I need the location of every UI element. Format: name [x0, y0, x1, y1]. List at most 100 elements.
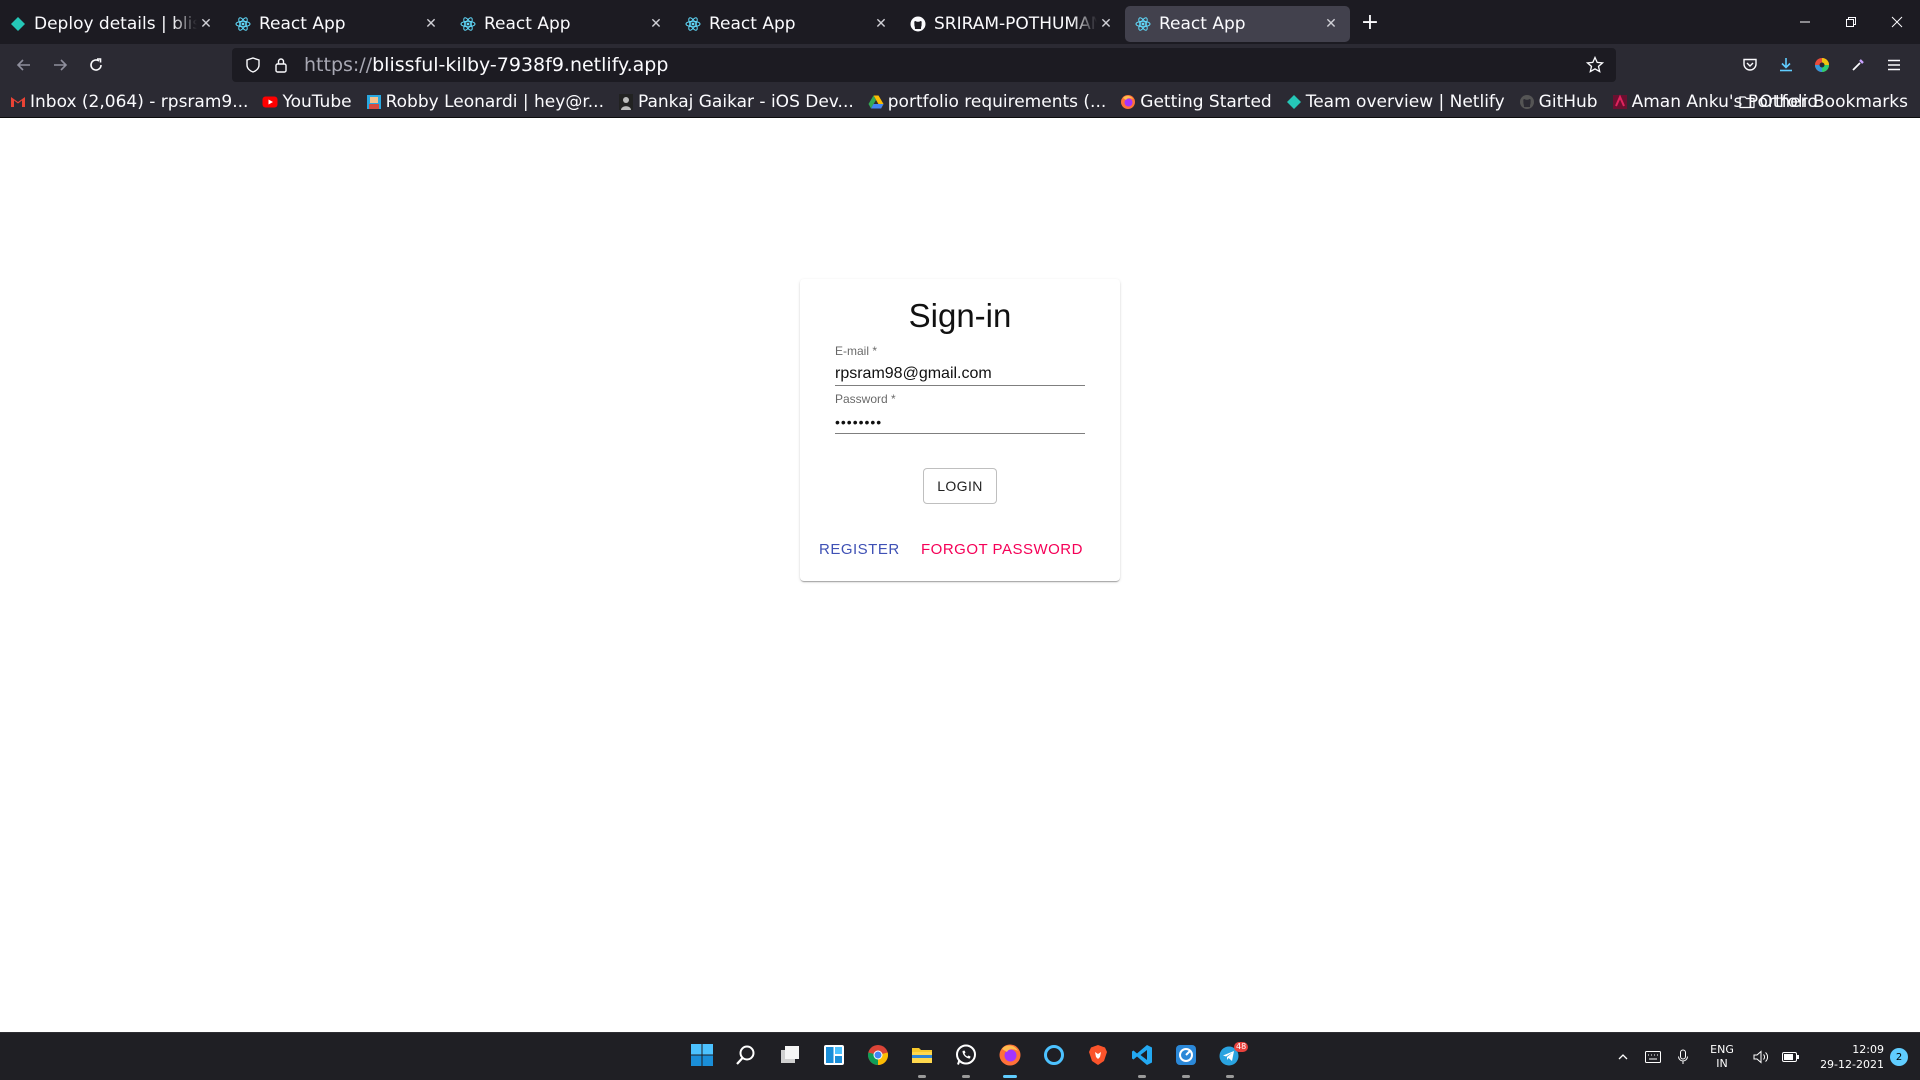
password-field[interactable]: Password * ••••••••: [835, 392, 1085, 434]
netlify-icon: [10, 16, 26, 32]
youtube-icon: [262, 94, 278, 110]
lock-icon[interactable]: [270, 54, 292, 76]
system-tray: ENG IN 12:09 29-12-2021 2: [1608, 1033, 1920, 1080]
bookmark-label: portfolio requirements (...: [887, 91, 1107, 112]
clock-date: 29-12-2021: [1820, 1058, 1884, 1071]
tab-react-app-2[interactable]: React App ✕: [450, 6, 675, 42]
windows-taskbar: 48 ENG IN 12:09 29-12-2021 2: [0, 1032, 1920, 1080]
netlify-icon: [1286, 94, 1302, 110]
downloads-icon[interactable]: [1768, 49, 1804, 81]
new-tab-button[interactable]: +: [1352, 4, 1388, 40]
google-drive-icon: [868, 94, 884, 110]
bookmark-pankaj-gaikar[interactable]: Pankaj Gaikar - iOS Dev...: [618, 92, 854, 112]
start-button[interactable]: [680, 1033, 724, 1080]
login-button[interactable]: LOGIN: [923, 468, 997, 504]
gmail-icon: [10, 94, 26, 110]
brave-taskbar-button[interactable]: [1076, 1033, 1120, 1080]
task-view-button[interactable]: [768, 1033, 812, 1080]
pocket-icon[interactable]: [1732, 49, 1768, 81]
keyboard-icon[interactable]: [1638, 1033, 1668, 1080]
reload-button[interactable]: [78, 49, 114, 81]
tab-strip: Deploy details | blissful-kilby ✕ React …: [0, 0, 1920, 44]
widgets-button[interactable]: [812, 1033, 856, 1080]
react-icon: [235, 16, 251, 32]
tab-title: SRIRAM-POTHUMANI: [934, 14, 1097, 34]
signin-card: Sign-in E-mail * rpsram98@gmail.com Pass…: [800, 279, 1120, 581]
hamburger-menu-icon[interactable]: [1876, 49, 1912, 81]
forgot-password-link[interactable]: FORGOT PASSWORD: [921, 541, 1083, 558]
url-text: https://blissful-kilby-7938f9.netlify.ap…: [304, 54, 668, 76]
bookmark-github[interactable]: GitHub: [1519, 92, 1598, 112]
tab-react-app-1[interactable]: React App ✕: [225, 6, 450, 42]
bookmark-label: GitHub: [1538, 91, 1598, 112]
other-bookmarks-folder[interactable]: Other Bookmarks: [1739, 86, 1908, 118]
close-icon[interactable]: ✕: [647, 15, 665, 33]
telegram-taskbar-button[interactable]: 48: [1208, 1033, 1252, 1080]
close-icon[interactable]: ✕: [1097, 15, 1115, 33]
bookmark-portfolio-requirements[interactable]: portfolio requirements (...: [868, 91, 1107, 112]
running-indicator: [962, 1075, 970, 1078]
robby-icon: [366, 94, 382, 110]
close-icon[interactable]: ✕: [1322, 15, 1340, 33]
tracking-protection-icon[interactable]: [242, 54, 264, 76]
close-icon[interactable]: ✕: [197, 15, 215, 33]
bookmark-gmail[interactable]: Inbox (2,064) - rpsram9...: [10, 92, 248, 112]
tab-title: Deploy details | blissful-kilby: [34, 14, 197, 34]
minimize-button[interactable]: [1782, 0, 1828, 44]
email-input[interactable]: rpsram98@gmail.com: [835, 362, 1085, 386]
bookmark-robby-leonardi[interactable]: Robby Leonardi | hey@r...: [366, 92, 604, 112]
whatsapp-taskbar-button[interactable]: [944, 1033, 988, 1080]
remote-desktop-taskbar-button[interactable]: [1164, 1033, 1208, 1080]
brave-icon: [1087, 1044, 1109, 1070]
chrome-taskbar-button[interactable]: [856, 1033, 900, 1080]
tab-title: React App: [484, 14, 571, 34]
language-indicator[interactable]: ENG IN: [1702, 1043, 1742, 1071]
tab-github[interactable]: SRIRAM-POTHUMANI ✕: [900, 6, 1125, 42]
firefox-taskbar-button[interactable]: [988, 1033, 1032, 1080]
bookmark-team-overview-netlify[interactable]: Team overview | Netlify: [1286, 92, 1505, 112]
portfolio-icon: [1612, 94, 1628, 110]
cortana-icon: [1043, 1044, 1065, 1070]
vscode-taskbar-button[interactable]: [1120, 1033, 1164, 1080]
toolbar-actions: [1732, 49, 1912, 81]
close-window-button[interactable]: [1874, 0, 1920, 44]
bookmark-youtube[interactable]: YouTube: [262, 92, 352, 112]
volume-icon[interactable]: [1746, 1033, 1776, 1080]
clock[interactable]: 12:09 29-12-2021: [1814, 1042, 1884, 1072]
address-bar[interactable]: https://blissful-kilby-7938f9.netlify.ap…: [232, 48, 1616, 82]
other-bookmarks-label: Other Bookmarks: [1759, 92, 1908, 112]
chevron-up-icon[interactable]: [1608, 1033, 1638, 1080]
restore-button[interactable]: [1828, 0, 1874, 44]
avatar-icon: [618, 93, 634, 110]
search-icon: [735, 1044, 757, 1070]
close-icon[interactable]: ✕: [422, 15, 440, 33]
search-button[interactable]: [724, 1033, 768, 1080]
region-code: IN: [1716, 1057, 1728, 1070]
battery-icon[interactable]: [1776, 1033, 1806, 1080]
react-icon: [1135, 16, 1151, 32]
tab-deploy-details[interactable]: Deploy details | blissful-kilby ✕: [0, 6, 225, 42]
back-button[interactable]: [6, 49, 42, 81]
page-viewport: Sign-in E-mail * rpsram98@gmail.com Pass…: [0, 118, 1920, 1032]
microphone-icon[interactable]: [1668, 1033, 1698, 1080]
windows-start-icon: [691, 1044, 713, 1070]
register-link[interactable]: REGISTER: [819, 541, 900, 558]
notification-badge[interactable]: 2: [1890, 1048, 1908, 1066]
bookmark-getting-started[interactable]: Getting Started: [1120, 92, 1272, 112]
file-explorer-taskbar-button[interactable]: [900, 1033, 944, 1080]
tab-react-app-active[interactable]: React App ✕: [1125, 6, 1350, 42]
github-icon: [1519, 94, 1535, 110]
close-icon[interactable]: ✕: [872, 15, 890, 33]
cortana-taskbar-button[interactable]: [1032, 1033, 1076, 1080]
bookmarks-toolbar: Inbox (2,064) - rpsram9... YouTube Robby…: [0, 86, 1920, 118]
email-field[interactable]: E-mail * rpsram98@gmail.com: [835, 344, 1085, 386]
widgets-icon: [823, 1044, 845, 1070]
password-input[interactable]: ••••••••: [835, 410, 1085, 434]
tab-title: React App: [1159, 14, 1246, 34]
bookmark-star-icon[interactable]: [1584, 54, 1606, 76]
tab-react-app-3[interactable]: React App ✕: [675, 6, 900, 42]
forward-button[interactable]: [42, 49, 78, 81]
tab-title: React App: [709, 14, 796, 34]
color-extension-icon[interactable]: [1804, 49, 1840, 81]
eyedropper-icon[interactable]: [1840, 49, 1876, 81]
